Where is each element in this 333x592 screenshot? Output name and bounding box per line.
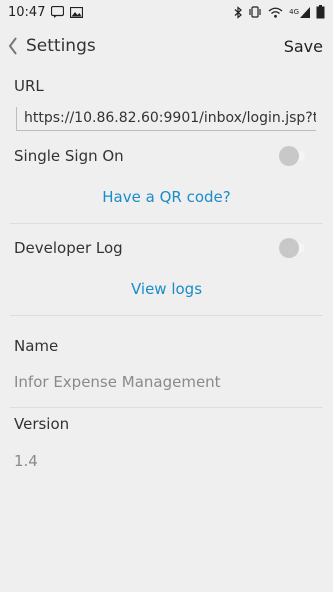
network-type-label: 4G xyxy=(289,8,299,16)
developer-log-label: Developer Log xyxy=(14,239,123,257)
url-label: URL xyxy=(14,77,44,95)
message-icon xyxy=(51,6,65,18)
cell-signal-icon: 4G xyxy=(289,6,310,18)
divider xyxy=(10,315,323,316)
toolbar-left: Settings xyxy=(8,36,96,56)
version-label: Version xyxy=(14,415,70,433)
status-bar-left: 10:47 xyxy=(8,4,84,20)
developer-log-toggle-thumb xyxy=(279,238,299,258)
status-time: 10:47 xyxy=(8,4,46,20)
wifi-icon xyxy=(268,7,283,18)
bluetooth-icon xyxy=(234,5,243,19)
status-bar-right: 4G xyxy=(234,5,325,19)
divider xyxy=(10,223,323,224)
status-bar: 10:47 4G xyxy=(0,0,333,24)
url-input[interactable] xyxy=(16,107,316,131)
back-chevron-icon[interactable] xyxy=(8,37,18,55)
vibrate-icon xyxy=(248,6,262,18)
toolbar: Settings Save xyxy=(0,24,333,68)
name-label: Name xyxy=(14,337,59,355)
developer-log-toggle[interactable] xyxy=(279,238,305,258)
divider xyxy=(10,407,323,408)
name-value: Infor Expense Management xyxy=(14,373,221,391)
battery-icon xyxy=(316,5,325,19)
page-title: Settings xyxy=(26,36,96,56)
sso-toggle-thumb xyxy=(279,146,299,166)
save-button[interactable]: Save xyxy=(284,37,323,56)
version-value: 1.4 xyxy=(14,452,38,470)
qr-code-link[interactable]: Have a QR code? xyxy=(0,188,333,206)
sso-toggle[interactable] xyxy=(279,146,305,166)
view-logs-link[interactable]: View logs xyxy=(0,280,333,298)
sso-label: Single Sign On xyxy=(14,147,124,165)
image-icon xyxy=(70,6,84,18)
